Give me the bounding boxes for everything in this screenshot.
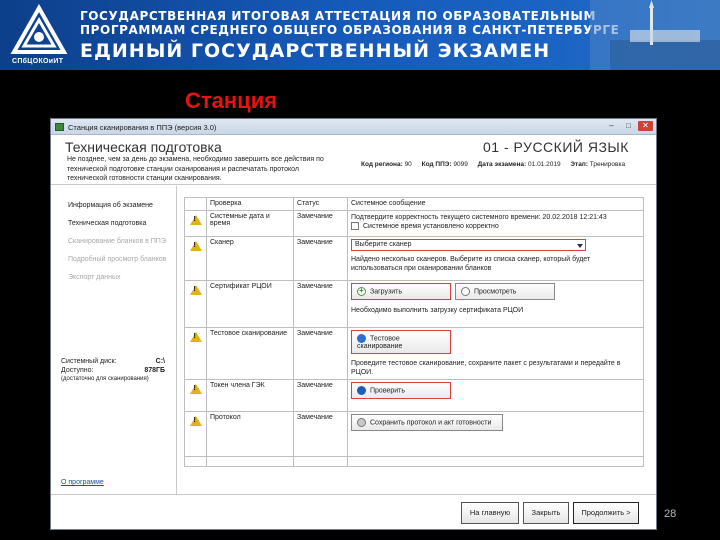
save-protocol-button[interactable]: Сохранить протокол и акт готовности — [351, 414, 503, 431]
stage-value: Тренировка — [589, 161, 626, 168]
warning-icon — [189, 241, 202, 251]
save-icon — [357, 418, 366, 427]
available-info: Доступно: 878ГБ — [61, 367, 165, 374]
warning-icon — [189, 416, 202, 426]
window-footer: На главную Закрыть Продолжить > — [51, 494, 656, 529]
exam-meta: Код региона: 90 Код ППЭ: 9099 Дата экзам… — [361, 161, 633, 168]
row-status: Замечание — [293, 327, 348, 380]
row-check: Токен члена ГЭК — [206, 379, 294, 412]
checkbox[interactable] — [351, 222, 359, 231]
test-scan-button[interactable]: Тестовое сканирование — [351, 330, 451, 354]
banner-line-1: ГОСУДАРСТВЕННАЯ ИТОГОВАЯ АТТЕСТАЦИЯ ПО О… — [80, 9, 596, 23]
ppe-value: 9099 — [453, 161, 468, 168]
window-controls: – □ ✕ — [604, 121, 653, 131]
warning-icon — [189, 332, 202, 342]
upload-icon — [357, 286, 366, 296]
scanning-station-window: Станция сканирования в ППЭ (версия 3.0) … — [50, 118, 657, 530]
table-row: Протокол Замечание Сохранить протокол и … — [184, 411, 644, 457]
table-row: Сертификат РЦОИ Замечание Загрузить Прос… — [184, 280, 644, 328]
available-note: (достаточно для сканирования) — [61, 376, 149, 382]
page-header: Техническая подготовка Не позднее, чем з… — [51, 135, 656, 185]
row-check: Тестовое сканирование — [206, 327, 294, 380]
chevron-down-icon — [577, 244, 583, 248]
col-status: Статус — [293, 197, 348, 211]
header-banner: СПбЦОКОиИТ ГОСУДАРСТВЕННАЯ ИТОГОВАЯ АТТЕ… — [0, 0, 720, 70]
region-value: 90 — [404, 161, 412, 168]
table-row: Системные дата и время Замечание Подтвер… — [184, 210, 644, 237]
scanner-icon — [357, 334, 366, 343]
table-row: Тестовое сканирование Замечание Тестовое… — [184, 327, 644, 380]
warning-icon — [189, 384, 202, 394]
checkbox-label: Системное время установлено корректно — [363, 223, 499, 230]
continue-button[interactable]: Продолжить > — [573, 502, 639, 524]
exam-title: 01 - РУССКИЙ ЯЗЫК — [483, 139, 629, 155]
view-button[interactable]: Просмотреть — [454, 283, 555, 300]
scanner-select[interactable]: Выберите сканер — [351, 239, 586, 251]
row-message: Найдено несколько сканеров. Выберите из … — [351, 256, 591, 272]
warning-icon — [189, 285, 202, 295]
scanner-select-value: Выберите сканер — [355, 241, 412, 248]
row-message: Необходимо выполнить загрузку сертификат… — [351, 307, 524, 314]
row-status: Замечание — [293, 236, 348, 281]
app-icon — [55, 123, 64, 131]
col-check: Проверка — [206, 197, 294, 211]
key-icon — [357, 386, 366, 395]
minimize-icon[interactable]: – — [604, 121, 619, 131]
row-check: Сканер — [206, 236, 294, 281]
disk-label: Системный диск: — [61, 358, 117, 365]
window-titlebar: Станция сканирования в ППЭ (версия 3.0) … — [51, 119, 656, 135]
checks-table: Проверка Статус Системное сообщение Сист… — [184, 197, 644, 467]
col-message: Системное сообщение — [347, 197, 644, 211]
sidebar-item-review: Подробный просмотр бланков — [68, 256, 167, 263]
window-title: Станция сканирования в ППЭ (версия 3.0) — [68, 123, 217, 132]
sidebar-item-tech-prep[interactable]: Техническая подготовка — [68, 220, 146, 227]
row-status: Замечание — [293, 379, 348, 412]
row-check: Сертификат РЦОИ — [206, 280, 294, 328]
page-number: 28 — [664, 508, 677, 520]
magnifier-icon — [460, 287, 470, 296]
city-skyline-image — [590, 0, 720, 70]
table-row: Токен члена ГЭК Замечание Проверить — [184, 379, 644, 412]
banner-title: ЕДИНЫЙ ГОСУДАРСТВЕННЫЙ ЭКЗАМЕН — [80, 40, 551, 62]
upload-button[interactable]: Загрузить — [351, 283, 451, 300]
banner-line-2: ПРОГРАММАМ СРЕДНЕГО ОБЩЕГО ОБРАЗОВАНИЯ В… — [80, 23, 620, 37]
about-link[interactable]: О программе — [61, 479, 104, 486]
region-label: Код региона: — [361, 161, 403, 168]
slide-title: Станция — [185, 88, 278, 113]
sidebar: Информация об экзамене Техническая подго… — [51, 186, 177, 494]
close-button[interactable]: Закрыть — [523, 502, 569, 524]
row-message: Подтвердите корректность текущего систем… — [351, 214, 607, 221]
date-value: 01.01.2019 — [528, 161, 561, 168]
disk-value: C:\ — [155, 358, 165, 365]
sidebar-item-export: Экспорт данных — [68, 274, 121, 281]
disk-info: Системный диск: C:\ — [61, 358, 165, 365]
page-title: Техническая подготовка — [65, 139, 222, 155]
sidebar-item-exam-info[interactable]: Информация об экзамене — [68, 202, 153, 209]
row-message: Проведите тестовое сканирование, сохрани… — [351, 360, 621, 376]
table-header: Проверка Статус Системное сообщение — [184, 197, 644, 211]
check-token-button[interactable]: Проверить — [351, 382, 451, 399]
row-check: Системные дата и время — [206, 210, 294, 237]
logo-text: СПбЦОКОиИТ — [12, 58, 64, 65]
row-status: Замечание — [293, 411, 348, 457]
time-checkbox-row[interactable]: Системное время установлено корректно — [351, 222, 640, 231]
logo-icon — [10, 4, 68, 54]
row-status: Замечание — [293, 210, 348, 237]
page-description: Не позднее, чем за день до экзамена, нео… — [67, 156, 324, 182]
row-status: Замечание — [293, 280, 348, 328]
date-label: Дата экзамена: — [477, 161, 527, 168]
row-check: Протокол — [206, 411, 294, 457]
available-value: 878ГБ — [144, 367, 165, 374]
ppe-label: Код ППЭ: — [421, 161, 452, 168]
close-icon[interactable]: ✕ — [638, 121, 653, 131]
table-row: Сканер Замечание Выберите сканер Найдено… — [184, 236, 644, 281]
warning-icon — [189, 215, 202, 225]
sidebar-item-scanning: Сканирование бланков в ППЭ — [68, 238, 166, 245]
maximize-icon[interactable]: □ — [621, 121, 636, 131]
home-button[interactable]: На главную — [461, 502, 519, 524]
available-label: Доступно: — [61, 367, 94, 374]
table-row-empty — [184, 456, 644, 467]
stage-label: Этап: — [570, 161, 588, 168]
